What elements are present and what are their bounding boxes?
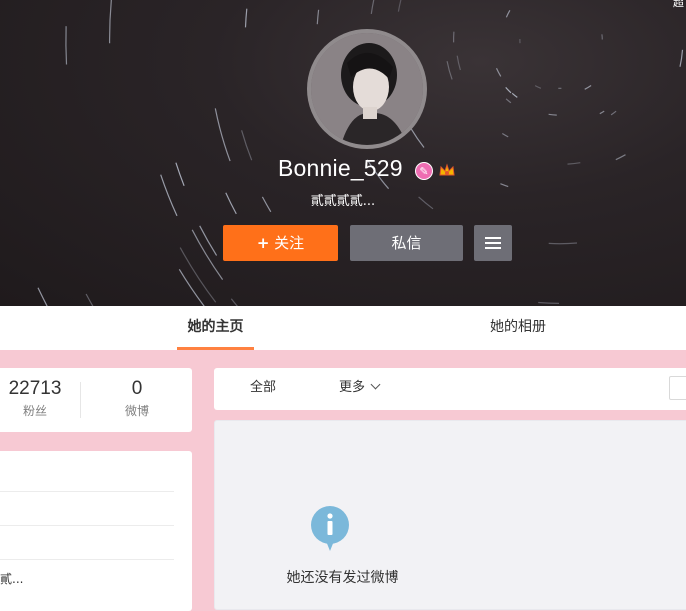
star-trail: [66, 26, 67, 64]
star-trail: [538, 303, 559, 304]
star-trail: [192, 230, 222, 280]
star-trail: [231, 299, 247, 306]
star-trail: [600, 111, 604, 114]
star-trail: [176, 163, 184, 186]
star-trail: [110, 0, 115, 43]
profile-signature: 貳貳貳貳...: [0, 190, 686, 209]
star-trail: [371, 0, 375, 14]
tab-home[interactable]: 她的主页: [177, 306, 254, 350]
star-trail: [179, 269, 215, 306]
divider: [0, 559, 174, 560]
weibo-stat[interactable]: 0 微博: [82, 378, 192, 419]
plus-icon: +: [257, 234, 270, 252]
star-trail: [568, 163, 581, 164]
info-card: 貳...: [0, 451, 192, 611]
username: Bonnie_529: [278, 155, 403, 182]
feed-filter-bar: 全部 更多: [214, 368, 686, 410]
profile-tabs: 她的主页 她的相册: [0, 306, 686, 350]
message-button[interactable]: 私信: [350, 225, 463, 261]
fans-label: 粉丝: [0, 402, 80, 419]
star-trail: [38, 288, 64, 306]
star-trail: [246, 9, 247, 28]
star-trail: [506, 87, 511, 92]
star-trail: [611, 111, 616, 115]
star-trail: [447, 61, 452, 79]
star-trail: [242, 130, 252, 160]
star-trail: [317, 10, 318, 24]
star-trail: [200, 226, 217, 256]
fans-count: 22713: [0, 378, 80, 400]
follow-button[interactable]: + 关注: [223, 225, 338, 261]
star-trail: [535, 86, 541, 89]
star-trail: [180, 248, 216, 303]
star-trail: [506, 99, 511, 103]
filter-all[interactable]: 全部: [250, 368, 276, 408]
star-trail: [497, 68, 501, 76]
stats-card: 22713 粉丝 0 微博: [0, 368, 192, 432]
stat-divider: [80, 382, 81, 418]
chevron-down-icon: [371, 380, 381, 390]
fans-stat[interactable]: 22713 粉丝: [0, 378, 80, 419]
star-trail: [549, 114, 557, 115]
star-trail: [502, 134, 508, 137]
star-trail: [506, 10, 510, 17]
cover-banner: 超 Bonnie_529 ✎ 貳貳貳貳... + 关注 私信: [0, 0, 686, 306]
star-trail: [86, 294, 102, 306]
star-trail: [585, 86, 591, 90]
weibo-count: 0: [82, 378, 192, 400]
star-trail: [398, 0, 401, 12]
info-text: 貳...: [0, 570, 23, 587]
star-trail: [549, 243, 577, 244]
info-icon: [309, 505, 351, 557]
more-menu-button[interactable]: [474, 225, 512, 261]
divider: [0, 491, 174, 492]
empty-feed-message: 她还没有发过微博: [200, 567, 485, 587]
follow-label: 关注: [274, 234, 304, 252]
menu-icon: [485, 237, 501, 249]
crown-icon[interactable]: [438, 162, 456, 180]
verified-pink-icon[interactable]: ✎: [415, 162, 433, 180]
divider: [0, 525, 174, 526]
search-input[interactable]: [669, 376, 686, 400]
weibo-label: 微博: [82, 402, 192, 419]
star-trail: [680, 50, 683, 67]
filter-more[interactable]: 更多: [339, 368, 379, 408]
star-trail: [500, 184, 508, 187]
star-trail: [512, 93, 517, 97]
star-trail: [215, 108, 230, 161]
star-trail: [411, 129, 424, 148]
tab-album[interactable]: 她的相册: [480, 306, 556, 350]
star-trail: [457, 56, 460, 70]
corner-text[interactable]: 超: [673, 0, 684, 10]
avatar[interactable]: [307, 29, 427, 149]
message-label: 私信: [391, 234, 421, 252]
filter-more-label: 更多: [339, 380, 365, 395]
star-trail: [616, 155, 626, 160]
